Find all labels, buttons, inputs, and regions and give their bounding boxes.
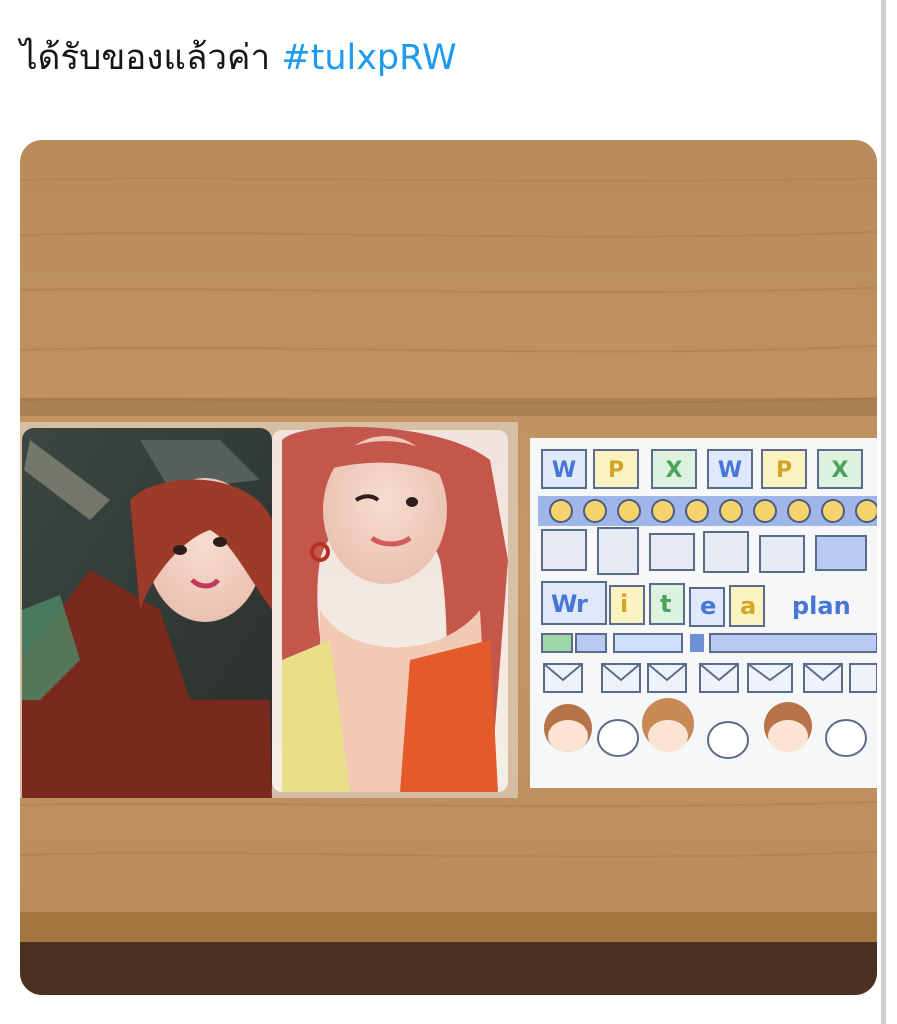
svg-text:plan: plan (792, 592, 851, 620)
sticker-sheet: W P X W P X W r i t e a plan (530, 438, 877, 788)
svg-text:e: e (700, 592, 716, 620)
tweet-text: ได้รับของแล้วค่า #tulxpRW (20, 34, 457, 82)
svg-text:P: P (608, 458, 624, 483)
photocard-2 (272, 426, 508, 792)
desk-front-edge (20, 912, 877, 942)
tweet-body: ได้รับของแล้วค่า (20, 38, 271, 78)
hashtag-link[interactable]: #tulxpRW (281, 38, 456, 78)
scrollbar[interactable] (881, 0, 886, 1024)
floor-shadow (20, 942, 877, 995)
svg-text:i: i (620, 590, 628, 618)
svg-text:a: a (740, 592, 756, 620)
svg-text:X: X (832, 458, 849, 483)
svg-text:X: X (666, 458, 683, 483)
svg-text:P: P (776, 458, 792, 483)
washi-strip (541, 633, 877, 653)
svg-text:W: W (552, 458, 576, 483)
photocard-1 (22, 428, 272, 798)
svg-text:W: W (718, 458, 742, 483)
svg-text:t: t (660, 590, 671, 618)
svg-text:r: r (576, 590, 588, 618)
svg-text:W: W (551, 590, 577, 618)
desk-edge-shadow (20, 398, 877, 416)
tweet-photo[interactable]: W P X W P X W r i t e a plan (20, 140, 877, 995)
